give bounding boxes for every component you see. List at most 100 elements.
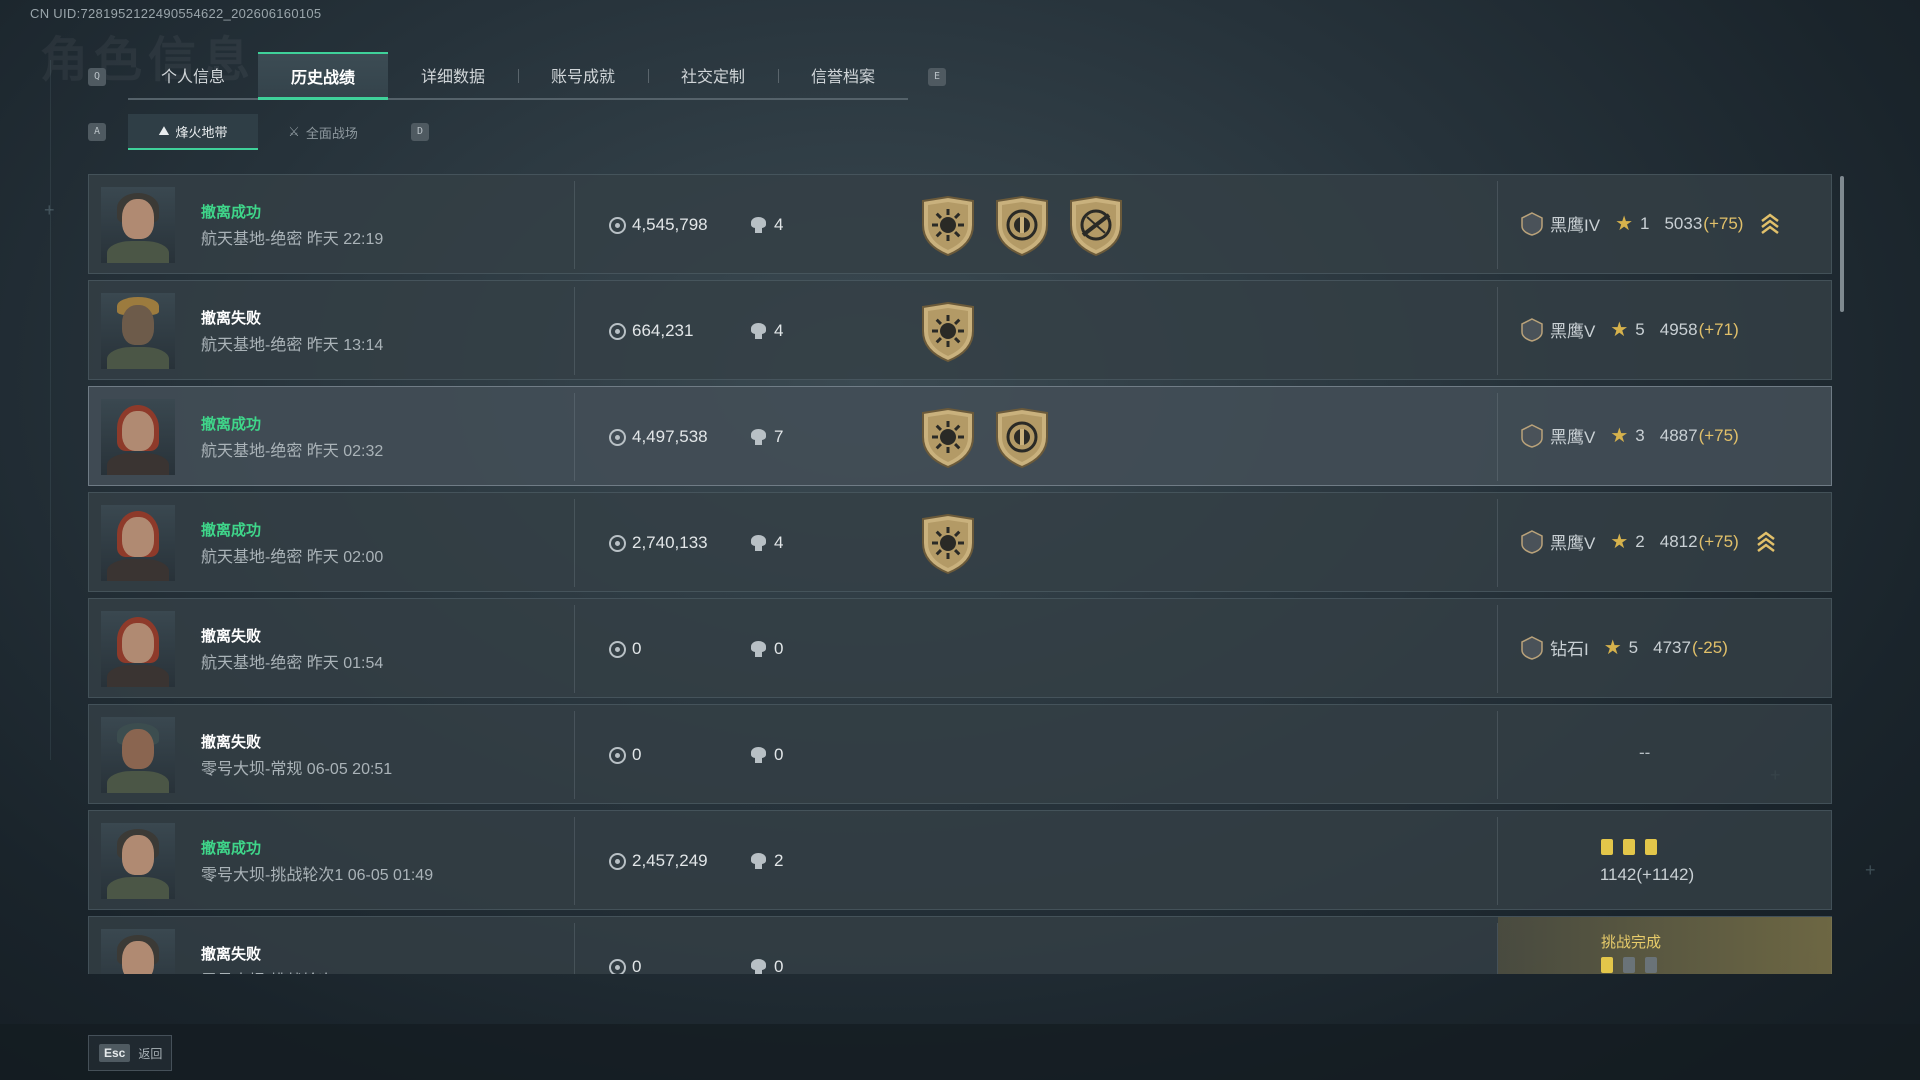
subtab-label: 烽火地带 bbox=[175, 124, 228, 140]
rank-name: 黑鹰V bbox=[1550, 534, 1596, 553]
divider bbox=[1497, 181, 1498, 269]
tab-1[interactable]: 历史战绩 bbox=[258, 52, 388, 100]
extraction-status: 撤离失败 bbox=[201, 734, 262, 751]
divider bbox=[574, 711, 575, 799]
match-time: 昨天 22:19 bbox=[306, 231, 384, 248]
rank-name: 黑鹰V bbox=[1550, 322, 1596, 341]
rank-score: 4812 bbox=[1659, 531, 1698, 551]
challenge-cell-icon bbox=[1601, 957, 1613, 973]
match-row[interactable]: 撤离成功 航天基地-绝密 昨天 22:19 4,545,798 4 黑鹰IV ★ 1 … bbox=[88, 174, 1832, 274]
tab-0[interactable]: 个人信息 bbox=[128, 52, 258, 98]
map-name: 航天基地-绝密 bbox=[201, 337, 303, 354]
star-icon: ★ bbox=[1610, 424, 1629, 447]
back-button[interactable]: Esc 返回 bbox=[88, 1035, 172, 1071]
extraction-status: 撤离成功 bbox=[201, 416, 262, 433]
star-count: 2 bbox=[1635, 531, 1645, 551]
map-and-time: 航天基地-绝密 昨天 02:32 bbox=[201, 437, 383, 461]
coin-icon bbox=[609, 428, 626, 446]
tab-4[interactable]: 社交定制 bbox=[648, 52, 778, 98]
skull-icon bbox=[751, 640, 766, 658]
star-icon: ★ bbox=[1615, 212, 1633, 235]
badge-list bbox=[919, 407, 1051, 469]
sun-emblem-icon[interactable] bbox=[919, 195, 977, 257]
rank-delta: (+71) bbox=[1698, 319, 1739, 339]
tab-next-key[interactable]: E bbox=[928, 68, 946, 86]
coin-emblem-icon[interactable] bbox=[993, 407, 1051, 469]
match-row[interactable]: 撤离成功航天基地-绝密 昨天 02:32 4,497,538 7 黑鹰V ★ 3 4… bbox=[88, 386, 1832, 486]
subtab-prev-key[interactable]: A bbox=[88, 123, 106, 141]
star-count: 1 bbox=[1640, 213, 1650, 233]
skull-icon bbox=[751, 428, 766, 446]
main-tabs: 个人信息 历史战绩 详细数据 账号成就 社交定制 信誉档案 bbox=[128, 52, 908, 100]
star-count: 5 bbox=[1628, 637, 1639, 657]
extraction-status: 撤离失败 bbox=[201, 628, 262, 645]
coin-icon bbox=[609, 746, 626, 764]
match-row[interactable]: 撤离失败 航天基地-绝密 昨天 01:54 0 0 钻石I ★ 5 4737 (-25) bbox=[88, 598, 1832, 698]
map-name: 零号大坝-挑战轮次1 bbox=[201, 867, 344, 884]
rifle-emblem-icon[interactable] bbox=[1067, 195, 1125, 257]
rank-delta: (+75) bbox=[1698, 531, 1739, 551]
challenge-panel bbox=[1498, 917, 1832, 974]
challenge-cell-icon bbox=[1623, 957, 1635, 973]
match-history-list[interactable]: 撤离成功 航天基地-绝密 昨天 22:19 4,545,798 4 黑鹰IV ★ 1 … bbox=[88, 174, 1832, 974]
map-and-time: 航天基地-绝密 昨天 01:54 bbox=[201, 649, 383, 673]
coin-emblem-icon[interactable] bbox=[993, 195, 1051, 257]
tab-prev-key[interactable]: Q bbox=[88, 68, 106, 86]
sub-tabs: ⛰ 烽火地带 ⚔ 全面战场 bbox=[128, 114, 388, 150]
subtab-next-key[interactable]: D bbox=[411, 123, 429, 141]
challenge-progress bbox=[1601, 957, 1657, 973]
operator-avatar bbox=[101, 717, 175, 793]
rank-score: 4737 bbox=[1653, 637, 1691, 657]
coin-icon bbox=[609, 216, 626, 234]
loot-value-text: 0 bbox=[632, 745, 642, 764]
sun-emblem-icon[interactable] bbox=[919, 301, 977, 363]
scrollbar[interactable] bbox=[1840, 176, 1844, 312]
map-name: 航天基地-绝密 bbox=[201, 443, 303, 460]
coin-icon bbox=[609, 852, 626, 870]
rank-score: 4958 bbox=[1659, 319, 1698, 339]
subtab-label: 全面战场 bbox=[305, 125, 358, 141]
sun-emblem-icon[interactable] bbox=[919, 407, 977, 469]
kill-count: 4 bbox=[751, 321, 783, 341]
loot-value: 4,497,538 bbox=[609, 427, 708, 447]
subtab-0[interactable]: ⛰ 烽火地带 bbox=[128, 114, 258, 150]
coin-icon bbox=[609, 322, 626, 340]
star-icon: ★ bbox=[1610, 530, 1629, 553]
badge-list bbox=[919, 195, 1125, 257]
divider bbox=[1497, 499, 1498, 587]
star-count: 3 bbox=[1635, 425, 1645, 445]
subtab-1[interactable]: ⚔ 全面战场 bbox=[258, 114, 388, 150]
operator-avatar bbox=[101, 399, 175, 475]
star-icon: ★ bbox=[1603, 636, 1622, 659]
match-row[interactable]: 撤离失败零号大坝-挑战轮次2 06-05 01:40 0 0 挑战完成 bbox=[88, 916, 1832, 974]
match-row[interactable]: 撤离失败 航天基地-绝密 昨天 13:14 664,231 4 黑鹰V ★ 5 495… bbox=[88, 280, 1832, 380]
tab-3[interactable]: 账号成就 bbox=[518, 52, 648, 98]
match-time: 昨天 01:54 bbox=[306, 655, 384, 672]
divider bbox=[574, 499, 575, 587]
rank-emblem-icon bbox=[1521, 635, 1543, 660]
kill-count-text: 0 bbox=[774, 745, 784, 764]
map-name: 航天基地-绝密 bbox=[201, 549, 303, 566]
kill-count: 7 bbox=[751, 427, 783, 447]
operator-avatar bbox=[101, 823, 175, 899]
skull-icon bbox=[751, 216, 766, 234]
map-name: 零号大坝-挑战轮次2 bbox=[201, 973, 343, 974]
match-time: 06-05 01:49 bbox=[347, 867, 434, 884]
kill-count-text: 7 bbox=[774, 427, 784, 446]
rank-emblem-icon bbox=[1521, 211, 1543, 236]
tab-2[interactable]: 详细数据 bbox=[388, 52, 518, 98]
coin-icon bbox=[609, 640, 626, 658]
match-row[interactable]: 撤离成功 零号大坝-挑战轮次1 06-05 01:49 2,457,249 2 1142… bbox=[88, 810, 1832, 910]
rank-delta: (+75) bbox=[1703, 213, 1744, 233]
sun-emblem-icon[interactable] bbox=[919, 513, 977, 575]
star-icon: ★ bbox=[1610, 318, 1629, 341]
match-row[interactable]: 撤离成功 航天基地-绝密 昨天 02:00 2,740,133 4 黑鹰V ★ 2 4… bbox=[88, 492, 1832, 592]
tab-5[interactable]: 信誉档案 bbox=[778, 52, 908, 98]
kill-count-text: 4 bbox=[774, 533, 784, 552]
kill-count-text: 0 bbox=[774, 957, 784, 974]
match-row[interactable]: 撤离失败 零号大坝-常规 06-05 20:51 0 0 -- bbox=[88, 704, 1832, 804]
operator-avatar bbox=[101, 293, 175, 369]
loot-value-text: 2,457,249 bbox=[632, 851, 708, 870]
operator-avatar bbox=[101, 611, 175, 687]
rank-info: 黑鹰V ★ 3 4887 (+75) bbox=[1521, 423, 1739, 448]
